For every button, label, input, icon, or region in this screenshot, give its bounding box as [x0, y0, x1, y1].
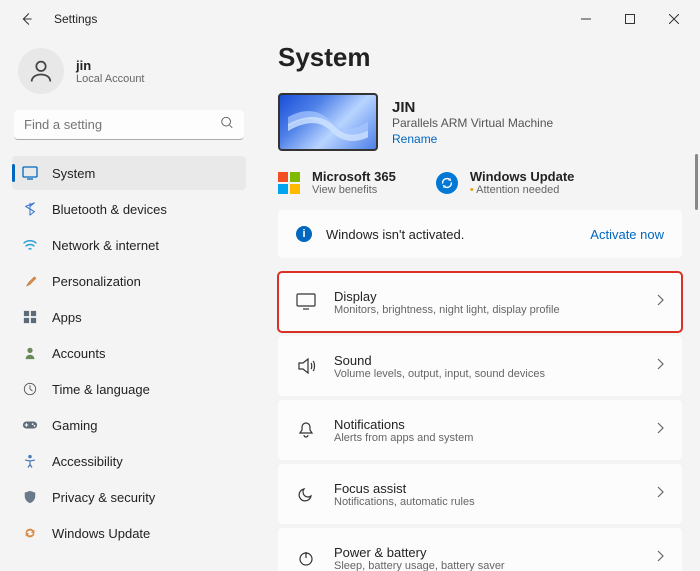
- chevron-right-icon: [656, 357, 664, 375]
- setting-card-notifications[interactable]: Notifications Alerts from apps and syste…: [278, 400, 682, 460]
- sidebar-item-system[interactable]: System: [12, 156, 246, 190]
- sidebar-item-personalization[interactable]: Personalization: [12, 264, 246, 298]
- setting-desc: Notifications, automatic rules: [334, 496, 638, 508]
- sidebar-item-label: Windows Update: [52, 526, 150, 541]
- sidebar-item-label: Personalization: [52, 274, 141, 289]
- minimize-icon: [581, 14, 591, 24]
- wu-title: Windows Update: [470, 169, 575, 184]
- minimize-button[interactable]: [564, 4, 608, 34]
- scrollbar[interactable]: [695, 154, 698, 210]
- microsoft-logo-icon: [278, 172, 300, 194]
- user-block[interactable]: jin Local Account: [12, 44, 246, 110]
- search-icon: [220, 116, 234, 135]
- sidebar-item-privacy[interactable]: Privacy & security: [12, 480, 246, 514]
- m365-sub: View benefits: [312, 184, 396, 196]
- sidebar-item-apps[interactable]: Apps: [12, 300, 246, 334]
- close-icon: [669, 14, 679, 24]
- system-icon: [22, 165, 38, 181]
- arrow-left-icon: [19, 12, 33, 26]
- setting-desc: Sleep, battery usage, battery saver: [334, 560, 638, 571]
- titlebar: Settings: [0, 0, 700, 38]
- device-name: JIN: [392, 99, 553, 116]
- page-title: System: [278, 42, 682, 73]
- sidebar-item-network[interactable]: Network & internet: [12, 228, 246, 262]
- search-input[interactable]: [14, 110, 244, 140]
- info-icon: i: [296, 226, 312, 242]
- shield-icon: [22, 489, 38, 505]
- sidebar-item-label: Privacy & security: [52, 490, 155, 505]
- microsoft-365-promo[interactable]: Microsoft 365 View benefits: [278, 169, 396, 196]
- sidebar-item-time-language[interactable]: Time & language: [12, 372, 246, 406]
- bell-icon: [296, 420, 316, 440]
- sidebar-item-accessibility[interactable]: Accessibility: [12, 444, 246, 478]
- activation-text: Windows isn't activated.: [326, 227, 576, 242]
- setting-desc: Monitors, brightness, night light, displ…: [334, 304, 638, 316]
- sidebar-item-label: Accessibility: [52, 454, 123, 469]
- wifi-icon: [22, 237, 38, 253]
- setting-title: Power & battery: [334, 545, 638, 560]
- sound-icon: [296, 356, 316, 376]
- setting-card-power[interactable]: Power & battery Sleep, battery usage, ba…: [278, 528, 682, 571]
- sidebar-item-label: Bluetooth & devices: [52, 202, 167, 217]
- power-icon: [296, 548, 316, 568]
- sidebar-item-label: Apps: [52, 310, 82, 325]
- window-title: Settings: [54, 12, 97, 26]
- maximize-icon: [625, 14, 635, 24]
- m365-title: Microsoft 365: [312, 169, 396, 184]
- gaming-icon: [22, 417, 38, 433]
- setting-desc: Alerts from apps and system: [334, 432, 638, 444]
- accessibility-icon: [22, 453, 38, 469]
- bluetooth-icon: [22, 201, 38, 217]
- device-thumbnail: [278, 93, 378, 151]
- setting-card-focus-assist[interactable]: Focus assist Notifications, automatic ru…: [278, 464, 682, 524]
- windows-update-promo[interactable]: Windows Update Attention needed: [436, 169, 575, 196]
- user-account-type: Local Account: [76, 73, 145, 85]
- activate-now-link[interactable]: Activate now: [590, 227, 664, 242]
- display-icon: [296, 292, 316, 312]
- sidebar-item-label: Time & language: [52, 382, 150, 397]
- setting-title: Sound: [334, 353, 638, 368]
- sidebar-item-accounts[interactable]: Accounts: [12, 336, 246, 370]
- setting-title: Notifications: [334, 417, 638, 432]
- chevron-right-icon: [656, 421, 664, 439]
- wallpaper-icon: [288, 99, 368, 145]
- sidebar-item-label: Accounts: [52, 346, 105, 361]
- sidebar: jin Local Account System Bluetooth & dev…: [0, 38, 258, 571]
- sidebar-item-label: Network & internet: [52, 238, 159, 253]
- sidebar-item-label: Gaming: [52, 418, 98, 433]
- windows-update-icon: [436, 172, 458, 194]
- setting-title: Display: [334, 289, 638, 304]
- chevron-right-icon: [656, 293, 664, 311]
- sidebar-item-label: System: [52, 166, 95, 181]
- sidebar-item-gaming[interactable]: Gaming: [12, 408, 246, 442]
- apps-icon: [22, 309, 38, 325]
- wu-sub: Attention needed: [470, 184, 575, 196]
- maximize-button[interactable]: [608, 4, 652, 34]
- chevron-right-icon: [656, 549, 664, 567]
- clock-icon: [22, 381, 38, 397]
- back-button[interactable]: [10, 3, 42, 35]
- sidebar-item-bluetooth[interactable]: Bluetooth & devices: [12, 192, 246, 226]
- activation-banner: i Windows isn't activated. Activate now: [278, 210, 682, 258]
- setting-title: Focus assist: [334, 481, 638, 496]
- setting-card-display[interactable]: Display Monitors, brightness, night ligh…: [278, 272, 682, 332]
- user-name: jin: [76, 58, 145, 73]
- device-block: JIN Parallels ARM Virtual Machine Rename: [278, 93, 682, 151]
- person-icon: [27, 57, 55, 85]
- paintbrush-icon: [22, 273, 38, 289]
- setting-card-sound[interactable]: Sound Volume levels, output, input, soun…: [278, 336, 682, 396]
- main-panel: System JIN Parallels ARM Virtual Machine…: [258, 38, 700, 571]
- accounts-icon: [22, 345, 38, 361]
- device-model: Parallels ARM Virtual Machine: [392, 116, 553, 130]
- avatar: [18, 48, 64, 94]
- close-button[interactable]: [652, 4, 696, 34]
- chevron-right-icon: [656, 485, 664, 503]
- rename-link[interactable]: Rename: [392, 132, 553, 146]
- moon-icon: [296, 484, 316, 504]
- update-icon: [22, 525, 38, 541]
- sidebar-item-windows-update[interactable]: Windows Update: [12, 516, 246, 550]
- setting-desc: Volume levels, output, input, sound devi…: [334, 368, 638, 380]
